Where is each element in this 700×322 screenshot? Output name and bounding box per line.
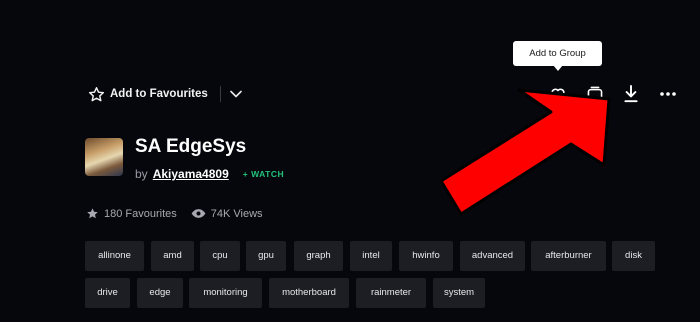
tag-afterburner[interactable]: afterburner bbox=[531, 241, 606, 271]
item-thumbnail bbox=[85, 138, 123, 176]
add-to-group-tooltip: Add to Group bbox=[513, 41, 602, 71]
tag-monitoring[interactable]: monitoring bbox=[189, 278, 262, 308]
tag-rainmeter[interactable]: rainmeter bbox=[356, 278, 426, 308]
tag-graph[interactable]: graph bbox=[294, 241, 343, 271]
tag-cpu[interactable]: cpu bbox=[200, 241, 240, 271]
tag-disk[interactable]: disk bbox=[612, 241, 655, 271]
stats-row: 180 Favourites 74K Views bbox=[86, 207, 263, 220]
watch-button[interactable]: + WATCH bbox=[243, 169, 284, 179]
tag-system[interactable]: system bbox=[433, 278, 485, 308]
tag-edge[interactable]: edge bbox=[137, 278, 183, 308]
divider bbox=[219, 86, 221, 102]
tag-gpu[interactable]: gpu bbox=[246, 241, 286, 271]
tag-drive[interactable]: drive bbox=[85, 278, 130, 308]
tag-motherboard[interactable]: motherboard bbox=[269, 278, 349, 308]
tag-allinone[interactable]: allinone bbox=[85, 241, 144, 271]
views-stat: 74K Views bbox=[191, 208, 263, 220]
heart-icon[interactable] bbox=[546, 82, 570, 106]
views-count: 74K Views bbox=[210, 207, 263, 220]
favourites-count: 180 Favourites bbox=[104, 207, 177, 220]
tag-hwinfo[interactable]: hwinfo bbox=[399, 241, 453, 271]
tag-amd[interactable]: amd bbox=[151, 241, 194, 271]
tag-advanced[interactable]: advanced bbox=[460, 241, 525, 271]
favourites-stat: 180 Favourites bbox=[86, 207, 177, 220]
author-link[interactable]: Akiyama4809 bbox=[153, 167, 229, 181]
star-outline-icon[interactable] bbox=[88, 86, 105, 103]
eye-icon bbox=[191, 208, 206, 219]
more-options-icon[interactable] bbox=[656, 82, 680, 106]
item-title: SA EdgeSys bbox=[135, 136, 247, 157]
by-label: by bbox=[135, 167, 148, 181]
favourites-row: Add to Favourites bbox=[88, 84, 242, 104]
download-icon[interactable] bbox=[619, 82, 643, 106]
byline: by Akiyama4809 + WATCH bbox=[135, 167, 284, 181]
add-to-group-button[interactable] bbox=[583, 82, 607, 106]
tag-intel[interactable]: intel bbox=[350, 241, 392, 271]
star-icon bbox=[86, 207, 99, 220]
chevron-down-icon[interactable] bbox=[229, 90, 242, 98]
add-to-favourites-button[interactable]: Add to Favourites bbox=[110, 88, 208, 100]
